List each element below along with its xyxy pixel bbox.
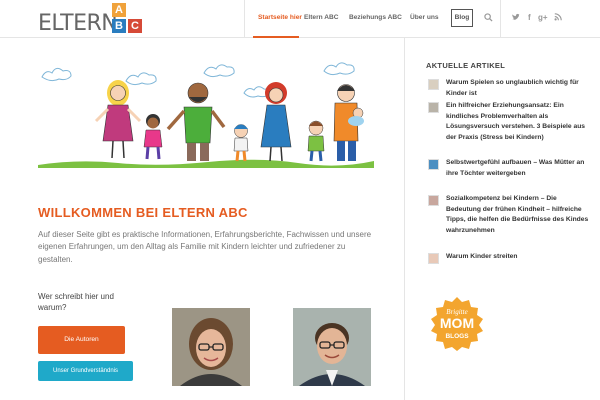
article-thumbnail [428, 195, 439, 206]
article-title[interactable]: Warum Spielen so unglaublich wichtig für… [446, 78, 590, 99]
article-title[interactable]: Selbstwertgefühl aufbauen – Was Mütter a… [446, 158, 590, 179]
site-header: ELTERN A B C Startseite hier Eltern ABC … [0, 0, 600, 38]
brigitte-mom-blogs-badge[interactable]: Brigitte MOM BLOGS [429, 296, 485, 352]
grundverstaendnis-button[interactable]: Unser Grundverständnis [38, 361, 133, 381]
article-thumbnail [428, 79, 439, 90]
nav-beziehungs-abc[interactable]: Beziehungs ABC [349, 14, 402, 21]
authors-button[interactable]: Die Autoren [38, 326, 125, 354]
nav-divider [244, 0, 245, 38]
rss-icon[interactable] [554, 13, 562, 23]
site-logo[interactable]: ELTERN A B C [38, 3, 142, 37]
nav-divider [500, 0, 501, 38]
logo-block-b: B [112, 19, 126, 33]
twitter-icon[interactable] [511, 13, 520, 24]
article-title[interactable]: Warum Kinder streiten [446, 252, 590, 263]
nav-startseite[interactable]: Startseite hier [258, 14, 302, 21]
badge-bottom-text: BLOGS [445, 333, 469, 340]
facebook-icon[interactable]: f [528, 13, 531, 22]
author-photo-woman[interactable] [172, 308, 250, 386]
intro-text: Auf dieser Seite gibt es praktische Info… [38, 230, 372, 264]
authors-question: Wer schreibt hier und warum? [38, 292, 114, 312]
nav-eltern-abc[interactable]: Eltern ABC [304, 14, 339, 21]
article-title[interactable]: Ein hilfreicher Erziehungsansatz: Ein ki… [446, 101, 590, 143]
nav-ueber-uns[interactable]: Über uns [410, 14, 439, 21]
hero-family-illustration [38, 55, 374, 175]
author-photo-man[interactable] [293, 308, 371, 386]
nav-active-indicator [253, 36, 299, 38]
article-thumbnail [428, 159, 439, 170]
sidebar-divider [404, 38, 405, 400]
welcome-title: WILLKOMMEN BEI ELTERN ABC [38, 205, 248, 220]
article-thumbnail [428, 102, 439, 113]
badge-mid-text: MOM [440, 315, 474, 331]
search-icon[interactable] [484, 13, 493, 24]
google-plus-icon[interactable]: g+ [538, 13, 548, 22]
nav-blog[interactable]: Blog [451, 9, 473, 27]
article-title[interactable]: Sozialkompetenz bei Kindern – Die Bedeut… [446, 194, 590, 236]
logo-block-a: A [112, 3, 126, 17]
logo-text: ELTERN [38, 11, 118, 36]
sidebar-title: AKTUELLE ARTIKEL [426, 61, 506, 70]
logo-block-c: C [128, 19, 142, 33]
article-thumbnail [428, 253, 439, 264]
